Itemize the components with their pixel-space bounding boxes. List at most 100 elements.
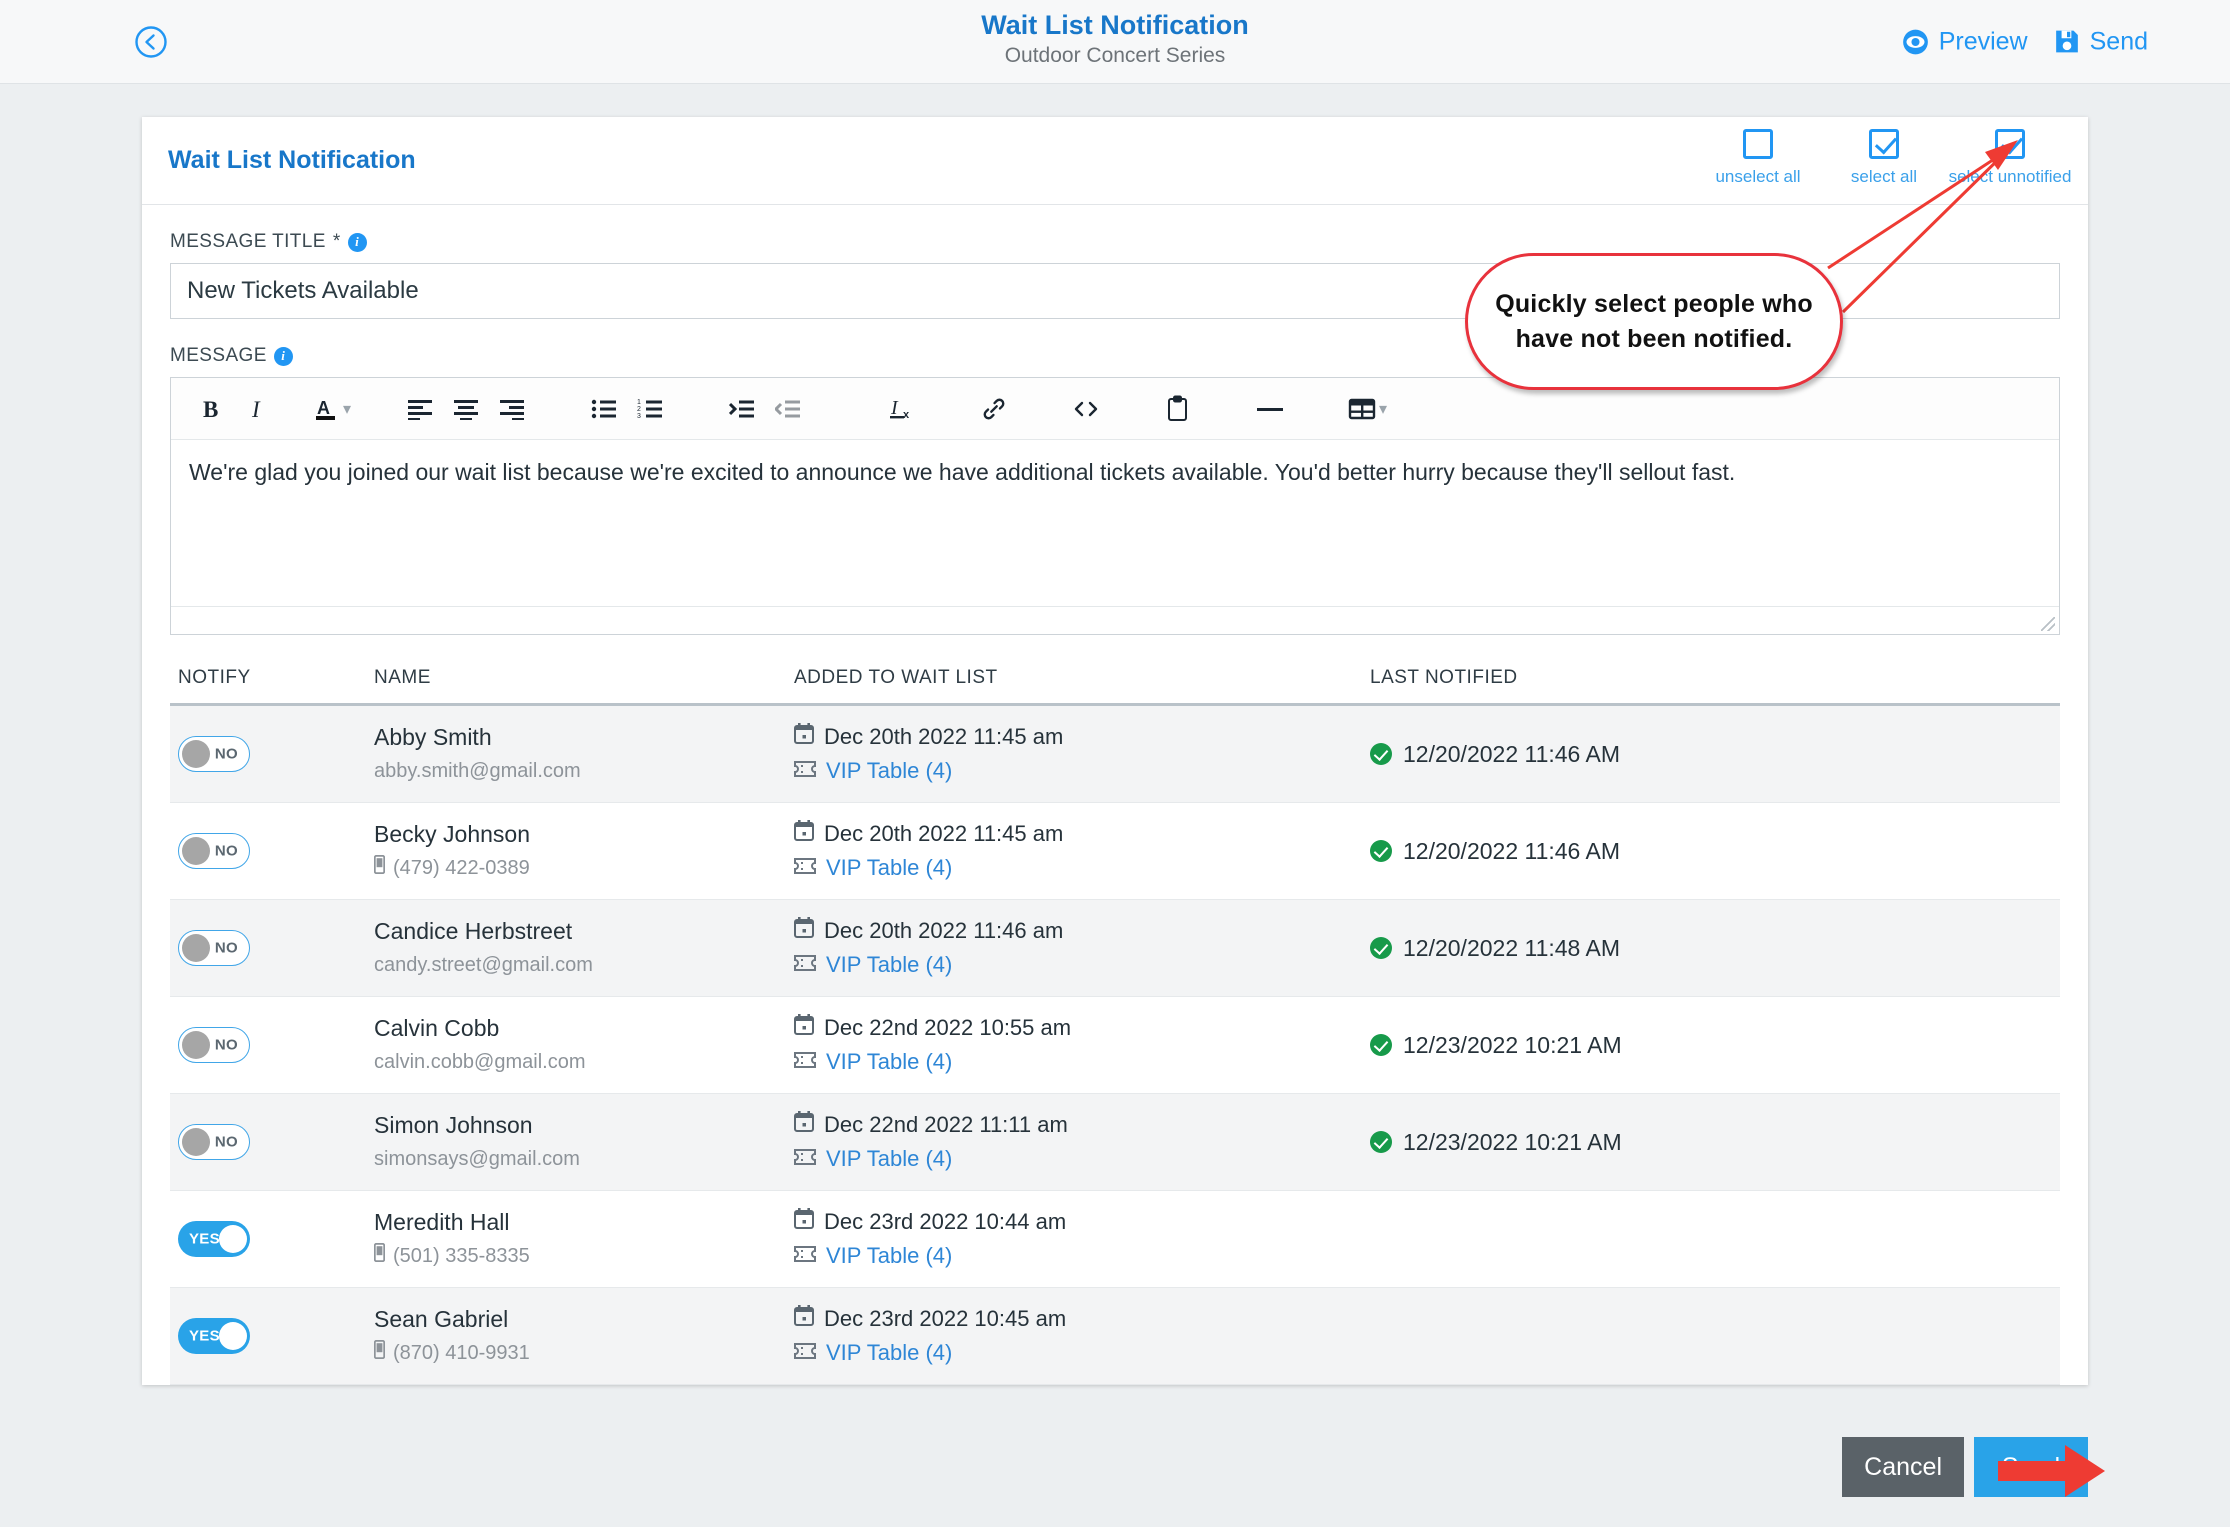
- align-center-icon[interactable]: [443, 387, 489, 431]
- message-title-input[interactable]: [170, 263, 2060, 319]
- source-code-icon[interactable]: [1063, 387, 1109, 431]
- resize-handle[interactable]: [2041, 617, 2055, 631]
- added-date: Dec 22nd 2022 10:55 am: [824, 1015, 1072, 1040]
- vip-table-link[interactable]: VIP Table (4): [826, 1338, 952, 1368]
- check-circle-icon: [1370, 840, 1392, 862]
- last-notified-line: 12/23/2022 10:21 AM: [1370, 1129, 2060, 1156]
- vip-table-link[interactable]: VIP Table (4): [826, 1241, 952, 1271]
- message-label-row: MESSAGE i: [170, 345, 2060, 367]
- ticket-icon: [794, 1241, 816, 1271]
- info-icon[interactable]: i: [347, 232, 367, 252]
- card-body: MESSAGE TITLE * i MESSAGE i B I: [142, 205, 2088, 1385]
- chevron-down-icon[interactable]: ▾: [1379, 399, 1387, 419]
- table-link-line: VIP Table (4): [794, 1047, 1364, 1077]
- vip-table-link[interactable]: VIP Table (4): [826, 1144, 952, 1174]
- indent-icon[interactable]: [719, 387, 765, 431]
- notify-toggle[interactable]: NO: [178, 930, 250, 966]
- last-notified-value: 12/23/2022 10:21 AM: [1403, 1128, 1622, 1155]
- vip-table-link[interactable]: VIP Table (4): [826, 950, 952, 980]
- bold-icon[interactable]: B: [189, 387, 235, 431]
- notify-toggle[interactable]: YES: [178, 1221, 250, 1257]
- select-unnotified-button[interactable]: select unnotified: [1949, 129, 2071, 187]
- svg-text:B: B: [203, 397, 218, 422]
- message-label: MESSAGE: [170, 345, 267, 366]
- table-row: YES Meredith Hall (501) 335-8335 Dec 23rd 2…: [170, 1191, 2060, 1288]
- svg-text:1: 1: [637, 399, 641, 406]
- select-all-label: select all: [1850, 167, 1918, 186]
- notify-toggle[interactable]: NO: [178, 736, 250, 772]
- toggle-knob: [219, 1322, 247, 1350]
- horizontal-rule-icon[interactable]: [1247, 387, 1293, 431]
- vip-table-link[interactable]: VIP Table (4): [826, 756, 952, 786]
- calendar-icon: [794, 916, 814, 946]
- paste-clipboard-icon[interactable]: [1155, 387, 1201, 431]
- person-name: Candice Herbstreet: [374, 918, 573, 944]
- person-contact: simonsays@gmail.com: [374, 1144, 794, 1174]
- calendar-icon: [794, 1304, 814, 1334]
- notify-toggle[interactable]: YES: [178, 1318, 250, 1354]
- info-icon[interactable]: i: [273, 346, 293, 366]
- table-link-line: VIP Table (4): [794, 756, 1364, 786]
- svg-text:I: I: [890, 397, 899, 419]
- required-marker: *: [332, 231, 341, 252]
- unselect-all-button[interactable]: unselect all: [1710, 129, 1806, 187]
- select-all-button[interactable]: select all: [1836, 129, 1932, 187]
- notify-toggle[interactable]: NO: [178, 833, 250, 869]
- send-button[interactable]: Send: [1974, 1437, 2088, 1497]
- preview-button[interactable]: Preview: [1902, 27, 2028, 56]
- contact-text: calvin.cobb@gmail.com: [374, 1051, 586, 1073]
- save-disk-icon: [2055, 30, 2078, 53]
- send-button-top[interactable]: Send: [2054, 27, 2148, 56]
- notify-cell: NO: [170, 1124, 374, 1160]
- ticket-icon: [794, 853, 816, 883]
- check-circle-icon: [1370, 1131, 1392, 1153]
- added-cell: Dec 20th 2022 11:45 am VIP Table (4): [794, 722, 1364, 786]
- vip-table-link[interactable]: VIP Table (4): [826, 1047, 952, 1077]
- unselect-all-label: unselect all: [1715, 167, 1801, 186]
- numbered-list-icon[interactable]: 1 2 3: [627, 387, 673, 431]
- toggle-knob: [182, 837, 210, 865]
- preview-label: Preview: [1938, 27, 2028, 55]
- person-name: Calvin Cobb: [374, 1015, 500, 1041]
- message-body-input[interactable]: We're glad you joined our wait list beca…: [171, 440, 2059, 606]
- person-contact: abby.smith@gmail.com: [374, 756, 794, 786]
- align-left-icon[interactable]: [397, 387, 443, 431]
- svg-text:2: 2: [637, 406, 641, 413]
- added-date-line: Dec 23rd 2022 10:45 am: [794, 1304, 1364, 1334]
- added-cell: Dec 23rd 2022 10:45 am VIP Table (4): [794, 1304, 1364, 1368]
- outdent-icon[interactable]: [765, 387, 811, 431]
- column-header-notify: NOTIFY: [178, 667, 251, 688]
- form-footer: Cancel Send: [1842, 1437, 2088, 1497]
- table-header-row: NOTIFY NAME ADDED TO WAIT LIST LAST NOTI…: [170, 667, 2060, 706]
- toggle-knob: [182, 1128, 210, 1156]
- link-icon[interactable]: [971, 387, 1017, 431]
- name-cell: Abby Smith abby.smith@gmail.com: [374, 722, 794, 786]
- notify-toggle[interactable]: NO: [178, 1124, 250, 1160]
- ticket-icon: [794, 756, 816, 786]
- page-title-group: Wait List Notification Outdoor Concert S…: [0, 8, 2230, 70]
- editor-footer: [171, 606, 2059, 634]
- align-right-icon[interactable]: [489, 387, 535, 431]
- added-cell: Dec 23rd 2022 10:44 am VIP Table (4): [794, 1207, 1364, 1271]
- cancel-button[interactable]: Cancel: [1842, 1437, 1964, 1497]
- toggle-label: NO: [214, 1133, 238, 1151]
- added-date-line: Dec 23rd 2022 10:44 am: [794, 1207, 1364, 1237]
- ticket-icon: [794, 1144, 816, 1174]
- ticket-icon: [794, 1047, 816, 1077]
- bulleted-list-icon[interactable]: [581, 387, 627, 431]
- calendar-icon: [794, 1110, 814, 1140]
- clear-formatting-icon[interactable]: I x: [879, 387, 925, 431]
- svg-text:A: A: [317, 398, 330, 418]
- last-notified-line: 12/20/2022 11:48 AM: [1370, 935, 2060, 962]
- vip-table-link[interactable]: VIP Table (4): [826, 853, 952, 883]
- chevron-down-icon[interactable]: ▾: [343, 399, 351, 419]
- table-body: NO Abby Smith abby.smith@gmail.com Dec 20th…: [170, 706, 2060, 1385]
- app-top-bar: Wait List Notification Outdoor Concert S…: [0, 0, 2230, 84]
- top-actions: Preview Send: [1902, 27, 2148, 56]
- added-cell: Dec 20th 2022 11:45 am VIP Table (4): [794, 819, 1364, 883]
- added-date: Dec 20th 2022 11:46 am: [824, 918, 1064, 943]
- notify-toggle[interactable]: NO: [178, 1027, 250, 1063]
- italic-icon[interactable]: I: [235, 387, 281, 431]
- contact-text: simonsays@gmail.com: [374, 1148, 580, 1170]
- person-contact: (501) 335-8335: [373, 1241, 794, 1271]
